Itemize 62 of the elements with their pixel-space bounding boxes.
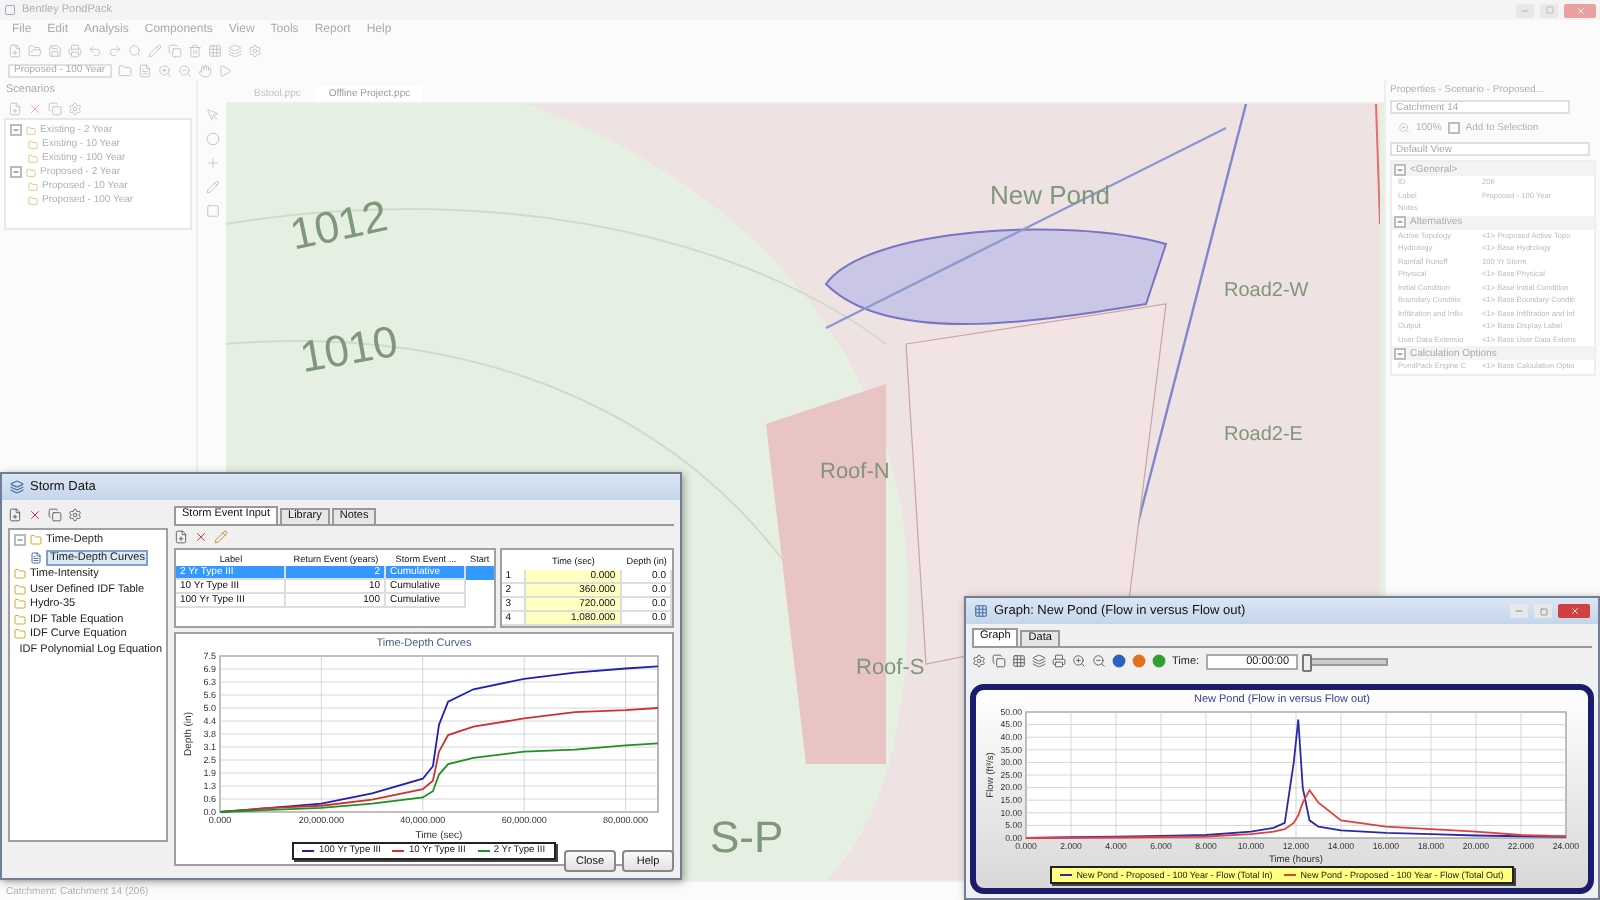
copy-icon[interactable] xyxy=(992,654,1006,668)
new-file-icon[interactable] xyxy=(8,508,22,522)
circle-icon[interactable] xyxy=(1152,654,1166,668)
square-icon[interactable] xyxy=(205,204,219,218)
plus-icon[interactable] xyxy=(205,156,219,170)
boundary-line xyxy=(1375,104,1380,225)
add-selection-checkbox[interactable] xyxy=(1447,122,1460,134)
curve-icon xyxy=(30,551,42,563)
collapse-toggle[interactable] xyxy=(10,166,22,178)
app-icon xyxy=(4,4,16,16)
close-button[interactable] xyxy=(1558,604,1590,618)
trash-icon[interactable] xyxy=(188,43,202,57)
search-icon[interactable] xyxy=(128,43,142,57)
collapse-toggle[interactable] xyxy=(1394,347,1406,359)
collapse-toggle[interactable] xyxy=(10,124,22,136)
maximize-button[interactable] xyxy=(1540,3,1558,17)
map-label: Road2-W xyxy=(1224,280,1309,302)
maximize-icon xyxy=(1539,607,1547,615)
app-icon xyxy=(10,480,24,494)
collapse-toggle[interactable] xyxy=(14,534,26,546)
circle-icon[interactable] xyxy=(1132,654,1146,668)
save-icon[interactable] xyxy=(48,43,62,57)
hand-icon[interactable] xyxy=(198,63,212,77)
grid-icon[interactable] xyxy=(1012,654,1026,668)
settings-icon[interactable] xyxy=(972,654,986,668)
circle-icon[interactable] xyxy=(1112,654,1126,668)
delete-icon[interactable] xyxy=(28,101,42,115)
delete-icon[interactable] xyxy=(194,530,208,544)
pointer-icon[interactable] xyxy=(205,108,219,122)
close-button[interactable] xyxy=(1564,3,1596,17)
document-icon[interactable] xyxy=(138,63,152,77)
map-label: 1012 xyxy=(285,190,393,262)
copy-icon[interactable] xyxy=(168,43,182,57)
minimize-icon xyxy=(1520,5,1530,15)
layers-icon[interactable] xyxy=(1032,654,1046,668)
pencil-icon[interactable] xyxy=(214,530,228,544)
map-label: Road2-E xyxy=(1224,424,1303,446)
minimize-button[interactable] xyxy=(1516,3,1534,17)
zoom-in-icon[interactable] xyxy=(1072,654,1086,668)
redo-icon[interactable] xyxy=(108,43,122,57)
new-file-icon[interactable] xyxy=(174,530,188,544)
copy-icon[interactable] xyxy=(48,508,62,522)
collapse-toggle[interactable] xyxy=(1394,216,1406,228)
pencil-icon[interactable] xyxy=(205,180,219,194)
map-label: Roof-N xyxy=(820,460,890,484)
print-icon[interactable] xyxy=(1052,654,1066,668)
collapse-toggle[interactable] xyxy=(1394,163,1406,175)
maximize-button[interactable] xyxy=(1534,604,1552,618)
slider-thumb[interactable] xyxy=(1302,653,1313,671)
minimize-button[interactable] xyxy=(1510,604,1528,618)
zoom-out-icon[interactable] xyxy=(1092,654,1106,668)
settings-icon[interactable] xyxy=(68,508,82,522)
undo-icon[interactable] xyxy=(88,43,102,57)
copy-icon[interactable] xyxy=(48,101,62,115)
pencil-icon[interactable] xyxy=(148,43,162,57)
map-label: S-P xyxy=(710,812,784,864)
map-label: 1010 xyxy=(296,315,402,385)
minimize-icon xyxy=(1514,606,1524,616)
delete-icon[interactable] xyxy=(28,508,42,522)
play-icon[interactable] xyxy=(218,63,232,77)
graph-icon xyxy=(974,604,988,618)
map-label: Roof-S xyxy=(856,656,925,680)
